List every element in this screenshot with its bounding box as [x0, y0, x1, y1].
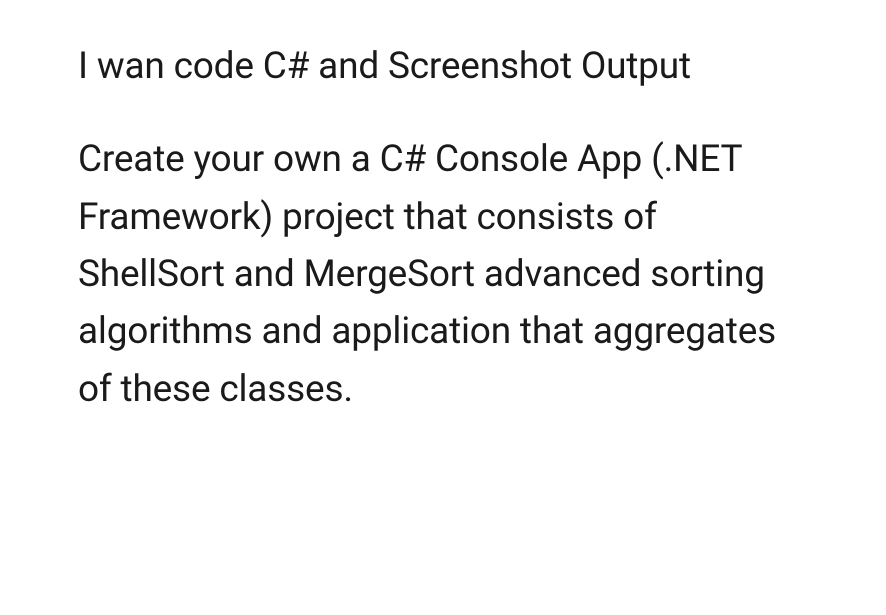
assignment-paragraph: Create your own a C# Console App (.NET F…	[78, 131, 808, 418]
intro-paragraph: I wan code C# and Screenshot Output	[78, 38, 808, 95]
